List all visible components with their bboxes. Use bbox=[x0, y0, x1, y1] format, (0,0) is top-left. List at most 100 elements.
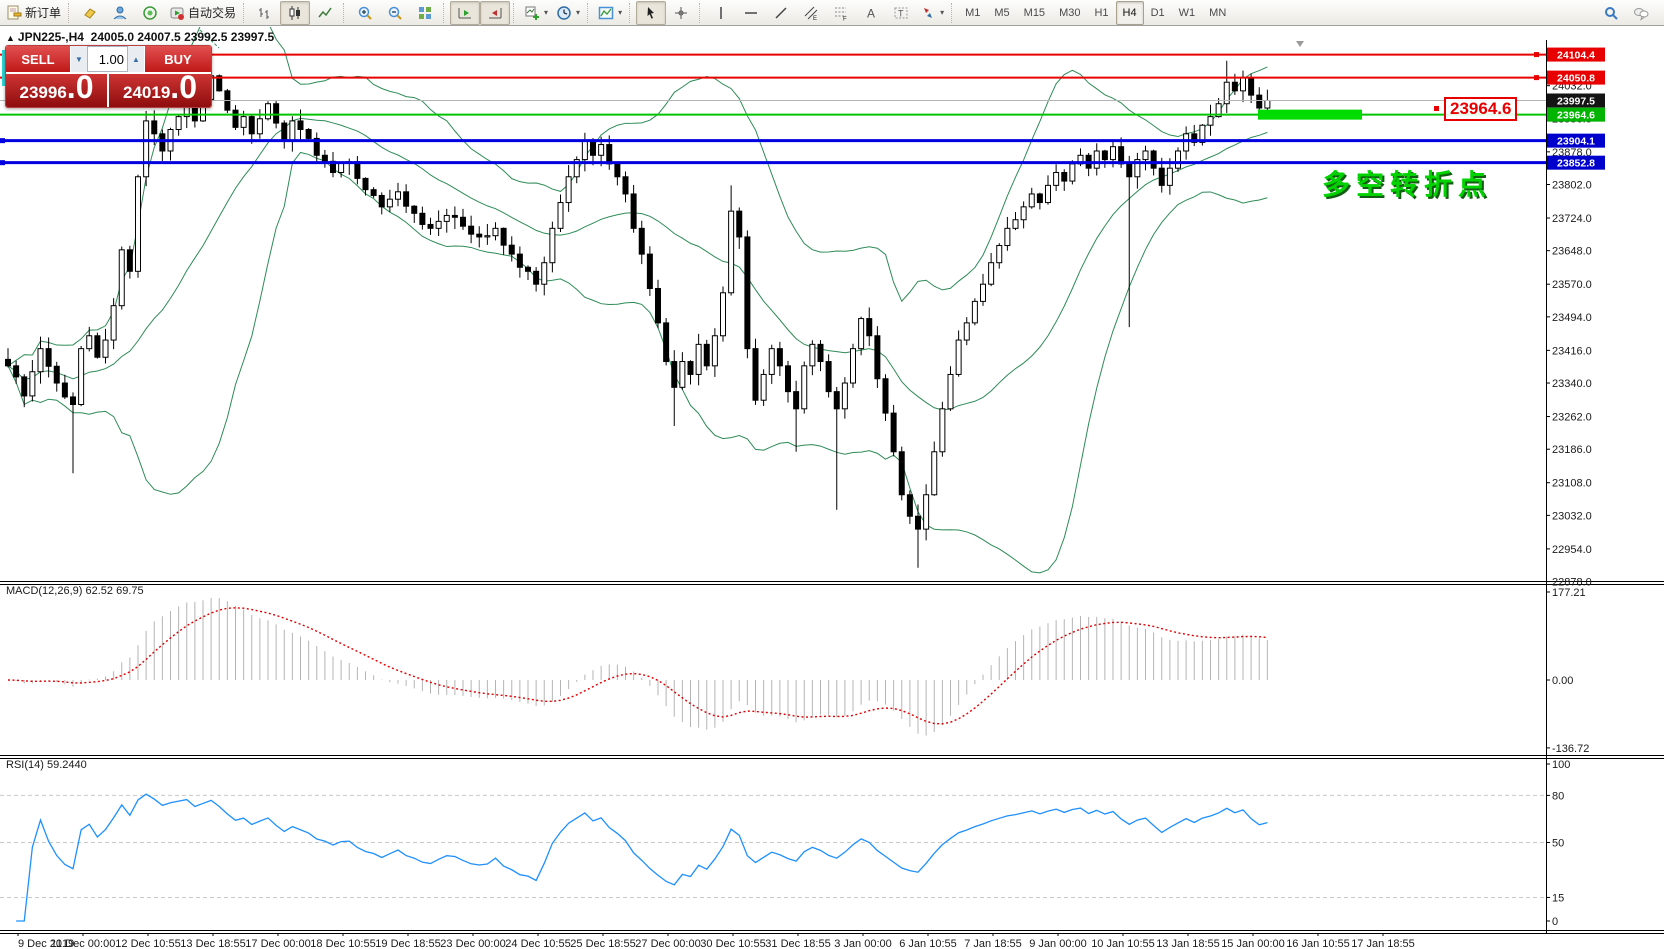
main-toolbar: 新订单 自动交易 ▾ ▾ ▾ EFA T ▾ M1M5M15M30H1H4D1W1MN bbox=[0, 0, 1664, 26]
timeframe-m30-button[interactable]: M30 bbox=[1052, 1, 1087, 25]
cursor-button[interactable] bbox=[636, 1, 666, 25]
fibonacci-button[interactable]: F bbox=[826, 1, 856, 25]
bar-chart-button[interactable] bbox=[250, 1, 280, 25]
timeframe-m5-button[interactable]: M5 bbox=[987, 1, 1016, 25]
chat-icon bbox=[1633, 5, 1649, 21]
alerts-button[interactable] bbox=[135, 1, 165, 25]
price-axis-tick-label: 23724.0 bbox=[1552, 213, 1592, 225]
trendline-button[interactable] bbox=[766, 1, 796, 25]
tile-windows-button[interactable] bbox=[410, 1, 440, 25]
svg-text:A: A bbox=[867, 6, 875, 20]
chart-title: ▲JPN225-,H4 24005.0 24007.5 23992.5 2399… bbox=[6, 30, 274, 44]
candlesticks bbox=[6, 55, 1270, 568]
price-badge-label: 23997.5 bbox=[1557, 96, 1595, 108]
crosshair-icon bbox=[673, 5, 689, 21]
timeframe-h4-button[interactable]: H4 bbox=[1116, 1, 1144, 25]
time-axis-label: 11 Dec 00:00 bbox=[51, 938, 116, 949]
toolbar-separator bbox=[513, 3, 517, 23]
timeframe-mn-button[interactable]: MN bbox=[1202, 1, 1233, 25]
bollinger-lower-band bbox=[8, 152, 1267, 572]
trendline-icon bbox=[773, 5, 789, 21]
time-axis-label: 6 Jan 10:55 bbox=[899, 938, 957, 949]
time-axis-label: 15 Jan 00:00 bbox=[1221, 938, 1285, 949]
profile-button[interactable] bbox=[105, 1, 135, 25]
period-dropdown-icon[interactable]: ▾ bbox=[576, 8, 580, 17]
price-axis-tick-label: 23648.0 bbox=[1552, 246, 1592, 258]
price-level-flag[interactable]: 23964.6 bbox=[1444, 97, 1517, 121]
chinese-annotation-text: 多空转折点 bbox=[1322, 163, 1492, 203]
macd-indicator-label: MACD(12,26,9) 62.52 69.75 bbox=[6, 585, 144, 597]
price-badge-label: 23964.6 bbox=[1557, 110, 1595, 122]
macd-value: 62.52 bbox=[85, 585, 113, 597]
zoom-out-button[interactable] bbox=[380, 1, 410, 25]
timeframe-d1-button[interactable]: D1 bbox=[1144, 1, 1172, 25]
vertical-line-button[interactable] bbox=[706, 1, 736, 25]
price-axis-tick-label: 23802.0 bbox=[1552, 180, 1592, 192]
indicators-dropdown-icon[interactable]: ▾ bbox=[618, 8, 622, 17]
time-axis-label: 13 Dec 18:55 bbox=[180, 938, 245, 949]
channel-button[interactable]: E bbox=[796, 1, 826, 25]
text-button[interactable]: A bbox=[856, 1, 886, 25]
collapse-triangle-icon: ▲ bbox=[6, 33, 15, 43]
eraser-button[interactable] bbox=[75, 1, 105, 25]
chart-shift-button[interactable] bbox=[480, 1, 510, 25]
time-axis-label: 23 Dec 00:00 bbox=[440, 938, 505, 949]
timeframe-h1-button[interactable]: H1 bbox=[1087, 1, 1115, 25]
time-axis-label: 18 Dec 10:55 bbox=[310, 938, 375, 949]
arrows-dropdown-icon[interactable]: ▾ bbox=[940, 8, 944, 17]
toolbar-separator bbox=[629, 3, 633, 23]
time-axis-label: 7 Jan 18:55 bbox=[964, 938, 1022, 949]
auto-trading-button[interactable]: 自动交易 bbox=[165, 1, 240, 25]
new-chart-button[interactable]: ▾ bbox=[520, 1, 552, 25]
line-chart-button[interactable] bbox=[310, 1, 340, 25]
sell-button[interactable]: SELL bbox=[6, 46, 70, 72]
time-axis-label: 16 Jan 10:55 bbox=[1286, 938, 1350, 949]
price-axis-tick-label: 23032.0 bbox=[1552, 510, 1592, 522]
text-label-button[interactable]: T bbox=[886, 1, 916, 25]
period-icon bbox=[556, 5, 572, 21]
volume-input[interactable] bbox=[87, 46, 128, 72]
sell-price-display[interactable]: 23996 .0 bbox=[6, 74, 109, 107]
search-button[interactable] bbox=[1596, 1, 1626, 25]
crosshair-button[interactable] bbox=[666, 1, 696, 25]
rsi-indicator-label: RSI(14) 59.2440 bbox=[6, 759, 87, 771]
zoom-in-button[interactable] bbox=[350, 1, 380, 25]
profile-icon bbox=[112, 5, 128, 21]
macd-axis-label: 0.00 bbox=[1552, 675, 1573, 687]
volume-increase-button[interactable]: ▲ bbox=[128, 46, 144, 72]
price-axis-tick-label: 23570.0 bbox=[1552, 279, 1592, 291]
indicators-button[interactable]: ▾ bbox=[594, 1, 626, 25]
rsi-value: 59.2440 bbox=[47, 759, 87, 771]
price-flag-handle[interactable] bbox=[1434, 106, 1439, 111]
arrows-button[interactable]: ▾ bbox=[916, 1, 948, 25]
price-axis-tick-label: 23494.0 bbox=[1552, 312, 1592, 324]
timeframe-m1-button[interactable]: M1 bbox=[958, 1, 987, 25]
timeframe-w1-button[interactable]: W1 bbox=[1172, 1, 1203, 25]
auto-scroll-icon bbox=[457, 5, 473, 21]
horizontal-line-button[interactable] bbox=[736, 1, 766, 25]
auto-trading-label: 自动交易 bbox=[188, 4, 236, 21]
macd-name: MACD(12,26,9) bbox=[6, 585, 82, 597]
price-axis-tick-label: 22878.0 bbox=[1552, 577, 1592, 589]
svg-text:T: T bbox=[898, 8, 904, 18]
chart-shift-marker bbox=[1296, 41, 1304, 47]
sell-price-frac: .0 bbox=[67, 74, 94, 100]
candlestick-button[interactable] bbox=[280, 1, 310, 25]
chat-button[interactable] bbox=[1626, 1, 1656, 25]
rsi-axis-label: 0 bbox=[1552, 916, 1558, 928]
price-badge-label: 24050.8 bbox=[1557, 73, 1595, 85]
toolbar-separator bbox=[587, 3, 591, 23]
price-axis-tick-label: 23340.0 bbox=[1552, 378, 1592, 390]
new-chart-icon bbox=[524, 5, 540, 21]
new-order-button[interactable]: 新订单 bbox=[2, 1, 65, 25]
toolbar-separator bbox=[443, 3, 447, 23]
period-button[interactable]: ▾ bbox=[552, 1, 584, 25]
tile-windows-icon bbox=[417, 5, 433, 21]
indicators-icon bbox=[598, 5, 614, 21]
new-chart-dropdown-icon[interactable]: ▾ bbox=[544, 8, 548, 17]
auto-scroll-button[interactable] bbox=[450, 1, 480, 25]
macd-signal-line bbox=[8, 608, 1267, 724]
timeframe-m15-button[interactable]: M15 bbox=[1017, 1, 1052, 25]
line-end-handle bbox=[1534, 52, 1539, 57]
buy-price-display[interactable]: 24019 .0 bbox=[109, 74, 211, 107]
